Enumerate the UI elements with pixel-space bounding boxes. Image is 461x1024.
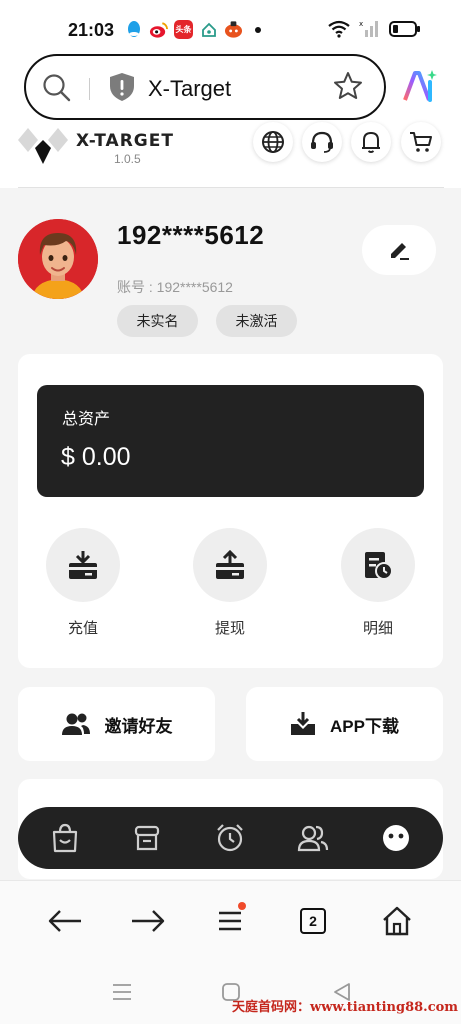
- store-icon[interactable]: [131, 822, 163, 854]
- menu-notification-dot: [238, 902, 246, 910]
- wifi-icon: [327, 20, 351, 43]
- details-button[interactable]: 明细: [341, 528, 415, 638]
- app-download-button[interactable]: APP下载: [246, 687, 443, 761]
- total-assets-label: 总资产: [62, 411, 111, 428]
- status-badge-activation[interactable]: 未激活: [216, 305, 297, 337]
- signal-icon: x: [359, 20, 381, 43]
- deposit-button[interactable]: 充值: [46, 528, 120, 638]
- tabs-button[interactable]: 2: [293, 901, 333, 941]
- header-divider: [18, 187, 444, 188]
- avatar[interactable]: [18, 219, 98, 299]
- status-bar: 21:03 头条 x: [0, 0, 461, 52]
- home-icon[interactable]: [377, 901, 417, 941]
- qq-icon: [124, 20, 143, 39]
- address-bar[interactable]: X-Target: [24, 54, 386, 120]
- shopping-bag-icon[interactable]: [49, 822, 81, 854]
- more-notifications-dot: [255, 26, 261, 33]
- weibo-icon: [149, 20, 168, 39]
- app-version: 1.0.5: [114, 152, 141, 166]
- svg-text:x: x: [359, 20, 363, 28]
- browser-address-area: X-Target: [0, 52, 461, 128]
- notification-bell-icon[interactable]: [351, 122, 391, 162]
- toutiao-icon: 头条: [174, 20, 193, 39]
- battery-icon: [389, 20, 421, 43]
- ai-assistant-icon[interactable]: [402, 68, 438, 109]
- watermark-text: 天庭首码网：www.tianting88.com: [232, 1000, 459, 1015]
- game-app-icon: [224, 20, 243, 39]
- pencil-icon: [391, 243, 409, 260]
- logo-icon: [18, 128, 68, 171]
- address-divider: [89, 78, 90, 100]
- withdraw-icon: [216, 550, 244, 579]
- total-assets-box: 总资产 $ 0.00: [37, 385, 424, 497]
- profile-face-icon[interactable]: [380, 822, 412, 854]
- team-icon[interactable]: [297, 822, 329, 854]
- notification-icons: 头条: [124, 20, 261, 39]
- alarm-icon[interactable]: [214, 822, 246, 854]
- app-bottom-nav: [18, 807, 443, 869]
- withdraw-button[interactable]: 提现: [193, 528, 267, 638]
- recent-apps-icon[interactable]: [112, 982, 132, 1007]
- download-icon: [291, 712, 316, 735]
- status-right: x: [327, 20, 421, 43]
- tab-count: 2: [300, 908, 326, 934]
- brand-name: X-TARGET: [76, 131, 174, 151]
- status-time: 21:03: [68, 20, 115, 40]
- edit-profile-button[interactable]: [362, 225, 436, 275]
- deposit-icon: [69, 551, 97, 579]
- withdraw-icon-wrap: [193, 528, 267, 602]
- cart-icon[interactable]: [401, 122, 441, 162]
- total-assets-value: $ 0.00: [61, 443, 131, 471]
- users-icon: [61, 713, 90, 735]
- back-arrow-icon[interactable]: [45, 901, 85, 941]
- status-badge-verification[interactable]: 未实名: [117, 305, 198, 337]
- withdraw-label: 提现: [214, 620, 245, 637]
- app-download-label: APP下载: [330, 716, 399, 736]
- menu-icon[interactable]: [210, 901, 250, 941]
- invite-friends-button[interactable]: 邀请好友: [18, 687, 215, 761]
- star-bookmark-icon[interactable]: [332, 70, 364, 107]
- app-header: X-TARGET 1.0.5: [0, 122, 461, 188]
- forward-arrow-icon[interactable]: [128, 901, 168, 941]
- browser-toolbar: 2: [0, 880, 461, 960]
- deposit-icon-wrap: [46, 528, 120, 602]
- user-phone: 192****5612: [117, 220, 265, 250]
- invite-friends-label: 邀请好友: [104, 716, 173, 736]
- shield-icon[interactable]: [108, 72, 136, 107]
- details-icon: [365, 552, 393, 580]
- search-icon[interactable]: [42, 73, 72, 108]
- details-label: 明细: [362, 620, 393, 637]
- customer-service-icon[interactable]: [302, 122, 342, 162]
- details-icon-wrap: [341, 528, 415, 602]
- language-globe-icon[interactable]: [253, 122, 293, 162]
- account-id: 账号 : 192****5612: [117, 279, 233, 295]
- home-app-icon: [199, 20, 218, 39]
- deposit-label: 充值: [67, 620, 98, 637]
- url-text[interactable]: X-Target: [148, 76, 231, 102]
